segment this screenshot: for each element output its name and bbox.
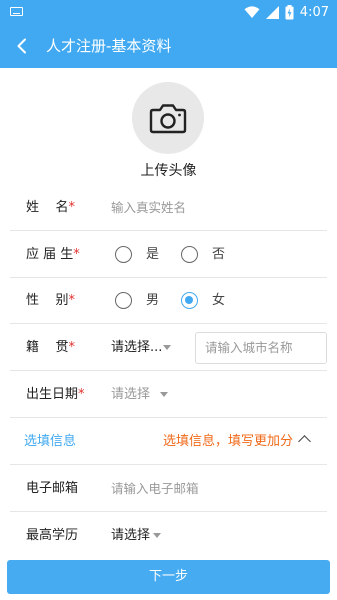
graduate-row: 应 届 生* 是 否 — [0, 231, 337, 278]
province-select[interactable]: 请选择... — [111, 324, 162, 371]
wifi-icon — [244, 5, 260, 18]
optional-section-header[interactable]: 选填信息 选填信息，填写更加分 — [0, 418, 337, 465]
name-label: 姓 名 — [26, 200, 69, 215]
signal-icon — [265, 5, 279, 19]
education-label: 最高学历 — [26, 528, 79, 543]
status-bar: 4:07 — [0, 0, 337, 24]
avatar-label: 上传头像 — [140, 163, 197, 179]
gender-row: 性 别* 男 女 — [0, 277, 337, 324]
gender-male-label: 男 — [146, 293, 160, 308]
caret-down-icon — [163, 345, 171, 350]
education-row: 最高学历 请选择 — [0, 512, 337, 559]
graduate-label: 应 届 生 — [26, 247, 74, 262]
graduate-yes-label: 是 — [146, 247, 160, 262]
camera-icon — [149, 104, 187, 134]
caret-down-icon — [153, 533, 161, 538]
battery-charging-icon — [285, 4, 294, 19]
required-mark: * — [68, 340, 76, 355]
required-mark: * — [73, 247, 80, 262]
avatar-upload-button[interactable] — [132, 82, 204, 154]
birthdate-select[interactable]: 请选择 — [111, 371, 150, 418]
birthdate-label: 出生日期 — [26, 387, 79, 402]
gender-label: 性 别 — [26, 293, 69, 308]
chevron-up-icon[interactable] — [298, 435, 311, 448]
graduate-no-radio[interactable] — [181, 246, 198, 263]
optional-section-title: 选填信息 — [24, 434, 77, 449]
status-time: 4:07 — [299, 4, 329, 20]
required-mark: * — [68, 200, 76, 215]
name-row: 姓 名* 输入真实姓名 — [0, 184, 337, 231]
birthdate-row: 出生日期* 请选择 — [0, 371, 337, 418]
email-label: 电子邮箱 — [26, 481, 79, 496]
hometown-row: 籍 贯* 请选择... 请输入城市名称 — [0, 324, 337, 371]
gender-female-radio[interactable] — [181, 292, 198, 309]
app-bar: 人才注册-基本资料 — [0, 24, 337, 68]
keyboard-icon — [10, 7, 23, 16]
caret-down-icon — [160, 392, 168, 397]
gender-male-radio[interactable] — [115, 292, 132, 309]
name-input[interactable]: 输入真实姓名 — [111, 184, 186, 231]
gender-female-label: 女 — [212, 293, 226, 308]
email-input[interactable]: 请输入电子邮箱 — [111, 465, 199, 512]
required-mark: * — [68, 293, 76, 308]
required-mark: * — [78, 387, 85, 402]
hometown-label: 籍 贯 — [26, 340, 69, 355]
chevron-left-icon — [17, 38, 26, 54]
graduate-yes-radio[interactable] — [115, 246, 132, 263]
city-input[interactable]: 请输入城市名称 — [195, 332, 327, 364]
optional-section-hint: 选填信息，填写更加分 — [162, 434, 293, 449]
education-select[interactable]: 请选择 — [111, 512, 150, 559]
graduate-no-label: 否 — [212, 247, 226, 262]
email-row: 电子邮箱 请输入电子邮箱 — [0, 465, 337, 512]
page-title: 人才注册-基本资料 — [46, 37, 172, 55]
next-button[interactable]: 下一步 — [7, 560, 330, 594]
back-button[interactable] — [8, 32, 36, 60]
